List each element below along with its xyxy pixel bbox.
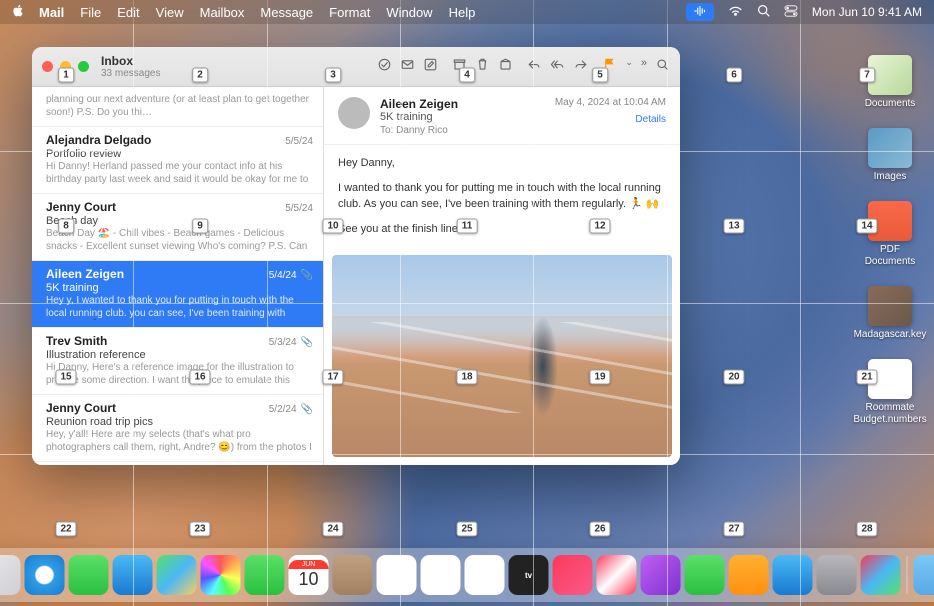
dock-maps[interactable]: [157, 555, 197, 595]
message-count: 33 messages: [101, 68, 160, 79]
dock-separator: [907, 556, 908, 594]
dock-launchpad[interactable]: [0, 555, 21, 595]
dock-mail[interactable]: [113, 555, 153, 595]
menu-edit[interactable]: Edit: [117, 5, 139, 20]
dock-pages[interactable]: [729, 555, 769, 595]
flag-icon[interactable]: [602, 57, 617, 77]
menu-message[interactable]: Message: [260, 5, 313, 20]
window-controls: [42, 61, 89, 72]
dock-notes[interactable]: [421, 555, 461, 595]
message-row[interactable]: Jenny Court5/5/24Beach dayBeach Day 🏖️ -…: [32, 194, 323, 261]
wifi-icon[interactable]: [728, 5, 743, 19]
envelope-icon[interactable]: [400, 57, 415, 77]
message-row[interactable]: Aileen Zeigen5/4/24📎5K trainingHey y, I …: [32, 261, 323, 328]
reader-to: To: Danny Rico: [380, 125, 555, 136]
more-icon[interactable]: »: [641, 57, 647, 77]
control-center-icon[interactable]: [784, 5, 798, 20]
desktop-item-pdf[interactable]: PDF Documents: [860, 201, 920, 268]
menu-mailbox[interactable]: Mailbox: [200, 5, 245, 20]
app-name[interactable]: Mail: [39, 5, 64, 20]
menu-help[interactable]: Help: [449, 5, 476, 20]
desktop-icons: Documents Images PDF Documents Madagasca…: [860, 55, 920, 426]
zoom-button[interactable]: [78, 61, 89, 72]
desktop-item-documents[interactable]: Documents: [860, 55, 920, 110]
menu-format[interactable]: Format: [329, 5, 370, 20]
menu-view[interactable]: View: [156, 5, 184, 20]
junk-icon[interactable]: [498, 57, 513, 77]
dock-calendar[interactable]: JUN10: [289, 555, 329, 595]
message-row[interactable]: Rich Dinh4/28/24📎Trip to Zion National P…: [32, 462, 323, 465]
forward-icon[interactable]: [573, 57, 588, 77]
dock-music[interactable]: [553, 555, 593, 595]
reply-icon[interactable]: [527, 57, 542, 77]
message-reader: Aileen Zeigen 5K training To: Danny Rico…: [324, 87, 680, 465]
dock-downloads[interactable]: [914, 555, 934, 595]
close-button[interactable]: [42, 61, 53, 72]
trash-icon[interactable]: [475, 57, 490, 77]
desktop-item-numbers[interactable]: Roommate Budget.numbers: [860, 359, 920, 426]
dock-facetime[interactable]: [245, 555, 285, 595]
dock-settings[interactable]: [817, 555, 857, 595]
dock-contacts[interactable]: [333, 555, 373, 595]
message-list[interactable]: planning our next adventure (or at least…: [32, 87, 324, 465]
message-row[interactable]: Jenny Court5/2/24📎Reunion road trip pics…: [32, 395, 323, 462]
filter-icon[interactable]: [377, 57, 392, 77]
search-icon[interactable]: [655, 57, 670, 77]
reply-all-icon[interactable]: [550, 57, 565, 77]
message-row[interactable]: planning our next adventure (or at least…: [32, 87, 323, 127]
dock-freeform[interactable]: [465, 555, 505, 595]
menu-bar: Mail File Edit View Mailbox Message Form…: [0, 0, 934, 24]
voice-control-icon[interactable]: [686, 3, 714, 21]
dock-messages[interactable]: [69, 555, 109, 595]
reader-sender: Aileen Zeigen: [380, 97, 555, 111]
archive-icon[interactable]: [452, 57, 467, 77]
menu-window[interactable]: Window: [386, 5, 432, 20]
menu-file[interactable]: File: [80, 5, 101, 20]
avatar: [338, 97, 370, 129]
desktop-item-keynote[interactable]: Madagascar.key: [860, 286, 920, 341]
dock-iphone-mirror[interactable]: [861, 555, 901, 595]
dock-appstore[interactable]: [773, 555, 813, 595]
mail-window: Inbox 33 messages ⌄ »: [32, 47, 680, 465]
apple-menu-icon[interactable]: [12, 4, 25, 20]
reader-timestamp: May 4, 2024 at 10:04 AM: [555, 97, 666, 108]
compose-icon[interactable]: [423, 57, 438, 77]
message-row[interactable]: Alejandra Delgado5/5/24Portfolio reviewH…: [32, 127, 323, 194]
dock-news[interactable]: [597, 555, 637, 595]
inbox-title: Inbox 33 messages: [101, 54, 160, 79]
message-row[interactable]: Trev Smith5/3/24📎Illustration referenceH…: [32, 328, 323, 395]
dock-tv[interactable]: tv: [509, 555, 549, 595]
chevron-down-icon[interactable]: ⌄: [625, 57, 633, 77]
mail-toolbar: Inbox 33 messages ⌄ »: [32, 47, 680, 87]
dock-photos[interactable]: [201, 555, 241, 595]
attachment-image[interactable]: [332, 255, 672, 457]
minimize-button[interactable]: [60, 61, 71, 72]
dock-reminders[interactable]: [377, 555, 417, 595]
dock-podcasts[interactable]: [641, 555, 681, 595]
dock: JUN10 tv: [0, 548, 934, 602]
reader-subject: 5K training: [380, 111, 555, 123]
dock-safari[interactable]: [25, 555, 65, 595]
desktop-item-images[interactable]: Images: [860, 128, 920, 183]
clock[interactable]: Mon Jun 10 9:41 AM: [812, 5, 922, 19]
mailbox-name: Inbox: [101, 54, 160, 68]
dock-numbers[interactable]: [685, 555, 725, 595]
details-link[interactable]: Details: [555, 114, 666, 125]
spotlight-icon[interactable]: [757, 4, 770, 20]
reader-body: Hey Danny, I wanted to thank you for put…: [324, 145, 680, 255]
